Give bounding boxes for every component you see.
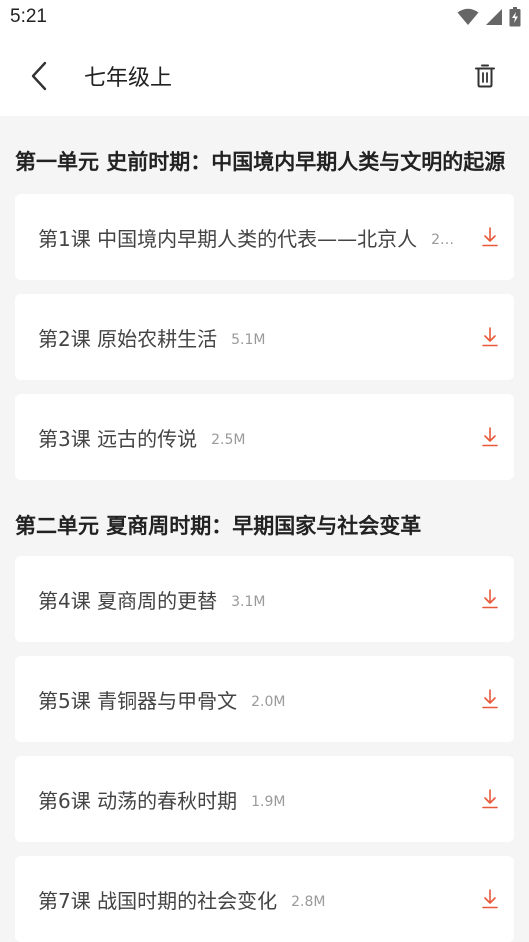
lesson-item[interactable]: 第7课 战国时期的社会变化 2.8M — [15, 856, 514, 942]
status-time: 5:21 — [10, 6, 47, 27]
lesson-size: 3.1M — [231, 594, 266, 610]
top-area: 5:21 七年级上 — [0, 0, 529, 116]
cellular-signal-icon — [486, 9, 502, 25]
lesson-item[interactable]: 第3课 远古的传说 2.5M — [15, 394, 514, 480]
lesson-item[interactable]: 第1课 中国境内早期人类的代表——北京人 2.5M — [15, 194, 514, 280]
lesson-name: 第1课 中国境内早期人类的代表——北京人 — [38, 226, 418, 251]
lesson-size: 2.5M — [211, 432, 246, 448]
download-icon — [482, 427, 498, 447]
lesson-item[interactable]: 第6课 动荡的春秋时期 1.9M — [15, 756, 514, 842]
back-button[interactable] — [22, 56, 56, 96]
lesson-name: 第4课 夏商周的更替 — [38, 588, 218, 613]
download-button[interactable] — [480, 425, 500, 449]
app-bar: 七年级上 — [0, 36, 529, 116]
download-button[interactable] — [480, 225, 500, 249]
lesson-list: 第一单元 史前时期：中国境内早期人类与文明的起源 第1课 中国境内早期人类的代表… — [0, 116, 529, 942]
download-icon — [482, 589, 498, 609]
page-title: 七年级上 — [84, 66, 173, 91]
download-icon — [482, 889, 498, 909]
download-button[interactable] — [480, 325, 500, 349]
lesson-size: 1.9M — [251, 794, 286, 810]
lesson-item[interactable]: 第5课 青铜器与甲骨文 2.0M — [15, 656, 514, 742]
lesson-item[interactable]: 第4课 夏商周的更替 3.1M — [15, 556, 514, 642]
lesson-name: 第2课 原始农耕生活 — [38, 326, 218, 351]
unit-title: 第二单元 夏商周时期：早期国家与社会变革 — [15, 514, 422, 538]
download-button[interactable] — [480, 787, 500, 811]
lesson-size: 2.0M — [251, 694, 286, 710]
lesson-item[interactable]: 第2课 原始农耕生活 5.1M — [15, 294, 514, 380]
lesson-name: 第3课 远古的传说 — [38, 426, 198, 451]
unit-title: 第一单元 史前时期：中国境内早期人类与文明的起源 — [15, 150, 506, 174]
lesson-size: 2.8M — [291, 894, 326, 910]
download-icon — [482, 789, 498, 809]
download-button[interactable] — [480, 887, 500, 911]
download-icon — [482, 327, 498, 347]
lesson-name: 第6课 动荡的春秋时期 — [38, 788, 238, 813]
download-button[interactable] — [480, 687, 500, 711]
status-icons — [457, 7, 521, 27]
status-bar: 5:21 — [0, 0, 529, 36]
chevron-left-icon — [31, 61, 47, 91]
lesson-size: 5.1M — [231, 332, 266, 348]
download-icon — [482, 689, 498, 709]
trash-icon — [475, 64, 495, 88]
download-icon — [482, 227, 498, 247]
delete-button[interactable] — [471, 60, 499, 92]
wifi-icon — [457, 8, 479, 25]
lesson-size: 2.5M — [431, 232, 457, 248]
lesson-name: 第7课 战国时期的社会变化 — [38, 888, 278, 913]
battery-charging-icon — [509, 7, 521, 27]
lesson-name: 第5课 青铜器与甲骨文 — [38, 688, 238, 713]
download-button[interactable] — [480, 587, 500, 611]
